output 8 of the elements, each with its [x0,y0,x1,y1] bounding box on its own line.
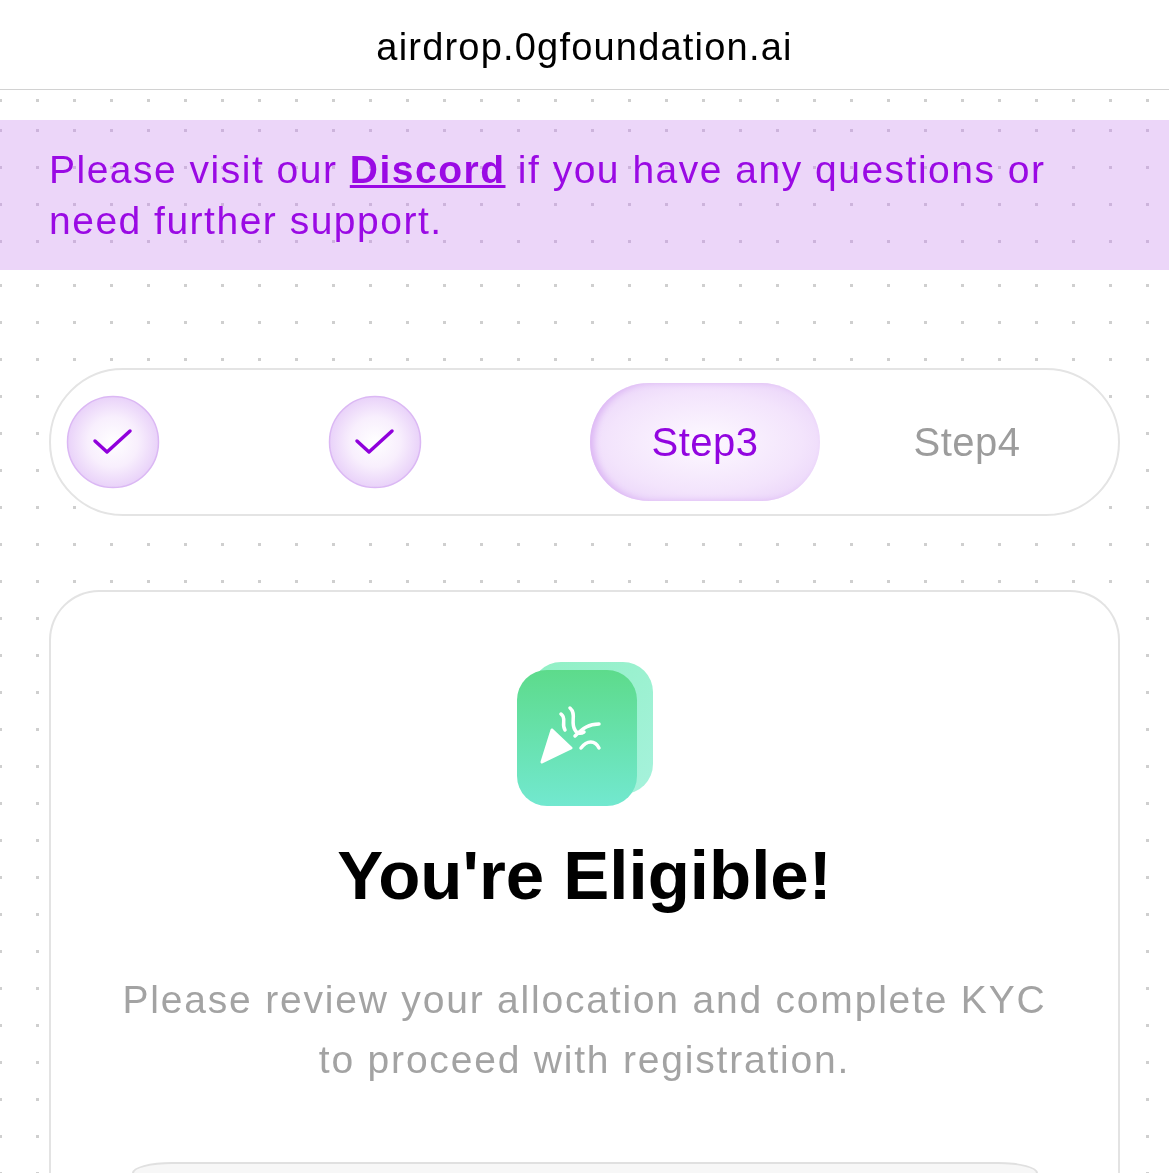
current-step: Step3 [590,383,820,501]
party-popper-icon [516,662,653,806]
eligibility-title: You're Eligible! [337,836,832,916]
url-field[interactable]: airdrop.0gfoundation.ai [376,23,793,66]
eligibility-message: Please review your allocation and complete KYC to proceed with registration. [121,977,1048,1083]
discord-link[interactable]: Discord [349,148,506,191]
step-label: Step4 [913,419,1021,466]
support-notice: Please visit our Discord if you have any questions or need further support. [49,147,1047,244]
